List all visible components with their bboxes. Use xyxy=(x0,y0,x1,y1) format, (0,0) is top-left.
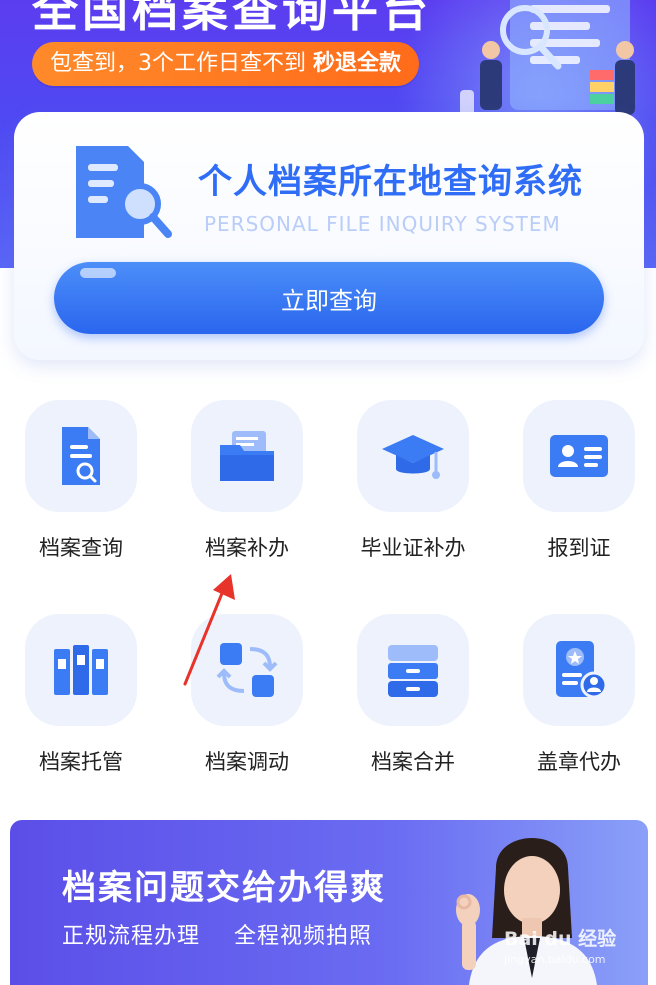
service-label: 档案补办 xyxy=(205,536,289,560)
service-file-reissue[interactable]: 档案补办 xyxy=(172,400,322,580)
subtitle-item: 正规流程办理 xyxy=(62,924,201,949)
promo-pill: 包查到，3个工作日查不到 秒退全款 xyxy=(32,42,420,86)
service-label: 毕业证补办 xyxy=(360,536,466,560)
service-file-merge[interactable]: 档案合并 xyxy=(338,614,488,794)
banner-title: 全国档案查询平台 xyxy=(32,0,432,37)
service-label: 档案调动 xyxy=(205,750,289,774)
service-label: 档案托管 xyxy=(39,750,123,774)
service-label: 档案合并 xyxy=(371,750,455,774)
seal-document-icon xyxy=(556,641,608,699)
query-now-button[interactable]: 立即查询 xyxy=(54,262,604,334)
binders-icon xyxy=(54,645,108,695)
bottom-banner-subtitle: 正规流程办理 全程视频拍照 xyxy=(62,918,406,950)
service-tile xyxy=(25,400,137,512)
card-title: 个人档案所在地查询系统 xyxy=(198,162,583,202)
folder-icon xyxy=(220,431,274,481)
file-search-icon xyxy=(76,146,172,238)
card-subtitle: PERSONAL FILE INQUIRY SYSTEM xyxy=(204,212,561,236)
id-card-icon xyxy=(550,435,608,477)
watermark-sub: jingyan.baidu.com xyxy=(504,953,606,966)
subtitle-item: 全程视频拍照 xyxy=(234,924,373,949)
query-card: 个人档案所在地查询系统 PERSONAL FILE INQUIRY SYSTEM… xyxy=(14,112,644,360)
baidu-jingyan-watermark: Bai du 经验 jingyan.baidu.com xyxy=(504,924,616,966)
promo-text: 包查到，3个工作日查不到 xyxy=(50,51,313,76)
service-tile xyxy=(191,400,303,512)
red-arrow-annotation xyxy=(183,574,235,686)
service-file-custody[interactable]: 档案托管 xyxy=(6,614,156,794)
cabinet-icon xyxy=(388,645,438,697)
service-diploma-reissue[interactable]: 毕业证补办 xyxy=(338,400,488,580)
service-report-card[interactable]: 报到证 xyxy=(504,400,654,580)
service-file-query[interactable]: 档案查询 xyxy=(6,400,156,580)
button-gloss xyxy=(80,268,116,278)
service-stamp-agency[interactable]: 盖章代办 xyxy=(504,614,654,794)
service-label: 盖章代办 xyxy=(537,750,621,774)
service-tile xyxy=(523,400,635,512)
promo-highlight: 秒退全款 xyxy=(313,51,402,76)
watermark-text: Bai du 经验 xyxy=(504,928,617,950)
service-label: 报到证 xyxy=(547,536,611,560)
service-label: 档案查询 xyxy=(39,536,123,560)
file-search-icon xyxy=(62,427,100,485)
service-tile xyxy=(357,400,469,512)
bottom-banner-title: 档案问题交给办得爽 xyxy=(62,868,386,908)
service-tile xyxy=(357,614,469,726)
service-tile xyxy=(25,614,137,726)
graduation-cap-icon xyxy=(382,435,444,479)
query-now-label: 立即查询 xyxy=(281,286,377,315)
service-tile xyxy=(523,614,635,726)
